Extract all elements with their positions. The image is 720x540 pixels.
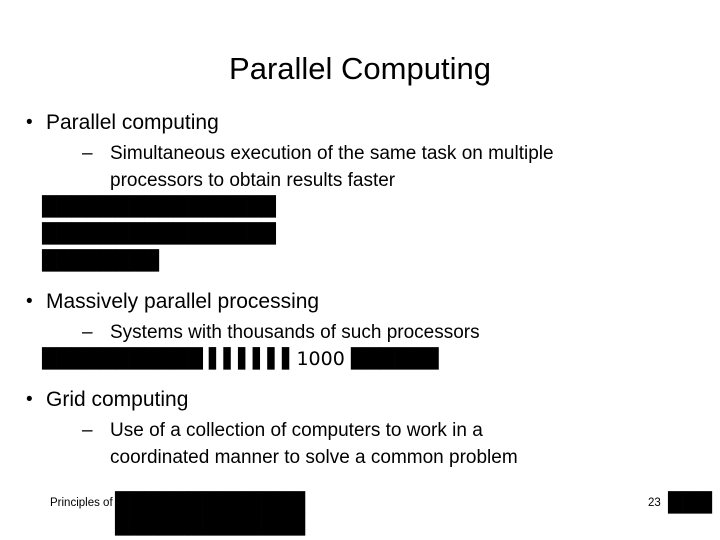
tofu-box-row: ████████ [42,250,159,272]
bottom-tofu-boxes: █████████████ [115,514,305,536]
sub-item-grid-computing: – Use of a collection of computers to wo… [0,417,720,471]
page-title: Parallel Computing [229,51,491,86]
dash-glyph-icon: – [82,322,93,343]
bullet-item-label: Parallel computing [46,111,219,134]
sub-item-line: processors to obtain results faster [110,170,396,191]
bullet-glyph-icon: • [26,291,33,312]
bullet-item-parallel-computing: • Parallel computing [0,108,720,138]
tofu-box-row-with-number: ███████████ ▌▌▌▌▌▌1000 ██████ [42,348,439,370]
tofu-box-row: ████████████████ [42,223,276,245]
tofu-box-row: ████████████████ [42,196,276,218]
bullet-item-label: Grid computing [46,388,189,411]
bullet-glyph-icon: • [26,112,33,133]
page-number-tofu-boxes: ███ [668,492,712,514]
sub-item-line: Simultaneous execution of the same task … [110,143,554,164]
sub-item-line: Use of a collection of computers to work… [110,420,483,441]
bullet-item-label: Massively parallel processing [46,290,320,313]
page-number: 23 [648,497,661,509]
bullet-item-grid-computing: • Grid computing [0,385,720,415]
dash-glyph-icon: – [82,143,93,164]
sub-item-parallel-computing: – Simultaneous execution of the same tas… [0,140,720,194]
dash-glyph-icon: – [82,420,93,441]
slide-body: • Parallel computing – Simultaneous exec… [0,108,720,471]
sub-item-massively-parallel-processing: – Systems with thousands of such process… [0,319,720,346]
bullet-glyph-icon: • [26,389,33,410]
slide: Parallel Computing • Parallel computing … [0,0,720,540]
footer-tofu-boxes: █████████████ [115,492,305,514]
bullet-item-massively-parallel-processing: • Massively parallel processing [0,287,720,317]
sub-item-line: coordinated manner to solve a common pro… [110,447,518,468]
sub-item-line: Systems with thousands of such processor… [110,322,480,343]
